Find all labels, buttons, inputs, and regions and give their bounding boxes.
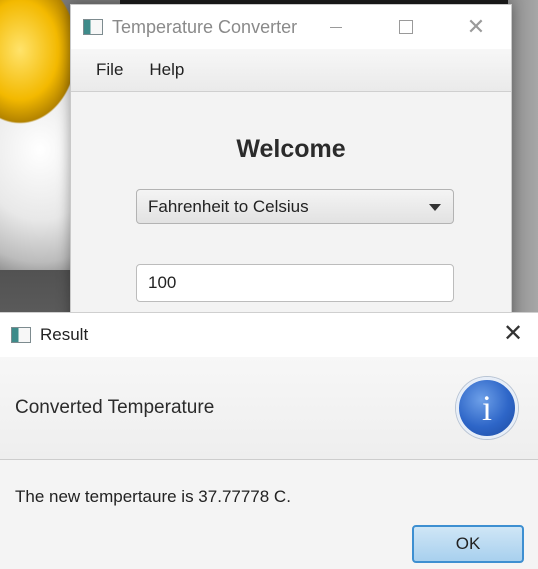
window-controls: ✕	[301, 5, 511, 49]
dialog-header: Converted Temperature i	[0, 357, 538, 460]
chevron-down-icon	[429, 204, 441, 211]
menubar: File Help	[71, 49, 511, 92]
minimize-button[interactable]	[301, 5, 371, 49]
dialog-message: The new tempertaure is 37.77778 C.	[15, 487, 291, 506]
result-dialog: Result ✕ Converted Temperature i The new…	[0, 312, 538, 569]
maximize-button[interactable]	[371, 5, 441, 49]
close-icon: ✕	[502, 320, 524, 347]
window-titlebar[interactable]: Temperature Converter ✕	[71, 5, 511, 49]
maximize-icon	[399, 20, 413, 34]
app-icon	[83, 19, 103, 35]
close-button[interactable]: ✕	[441, 5, 511, 49]
dialog-header-text: Converted Temperature	[15, 397, 215, 418]
ok-button[interactable]: OK	[412, 525, 524, 563]
dialog-close-button[interactable]: ✕	[498, 319, 528, 349]
wallpaper-edge	[508, 0, 538, 320]
conversion-type-dropdown[interactable]: Fahrenheit to Celsius	[136, 189, 454, 224]
info-icon: i	[456, 377, 518, 439]
app-icon	[11, 327, 31, 343]
temperature-converter-window: Temperature Converter ✕ File Help Welcom…	[70, 4, 512, 336]
dialog-title: Result	[40, 325, 89, 344]
dropdown-selected-value: Fahrenheit to Celsius	[148, 196, 309, 216]
window-title: Temperature Converter	[112, 16, 298, 37]
close-icon: ✕	[466, 14, 486, 39]
temperature-input[interactable]: 100	[136, 264, 454, 302]
dialog-titlebar[interactable]: Result ✕	[0, 313, 538, 357]
minimize-icon	[330, 26, 342, 28]
menu-help[interactable]: Help	[136, 60, 197, 80]
welcome-heading: Welcome	[236, 135, 346, 163]
menu-file[interactable]: File	[83, 60, 136, 80]
